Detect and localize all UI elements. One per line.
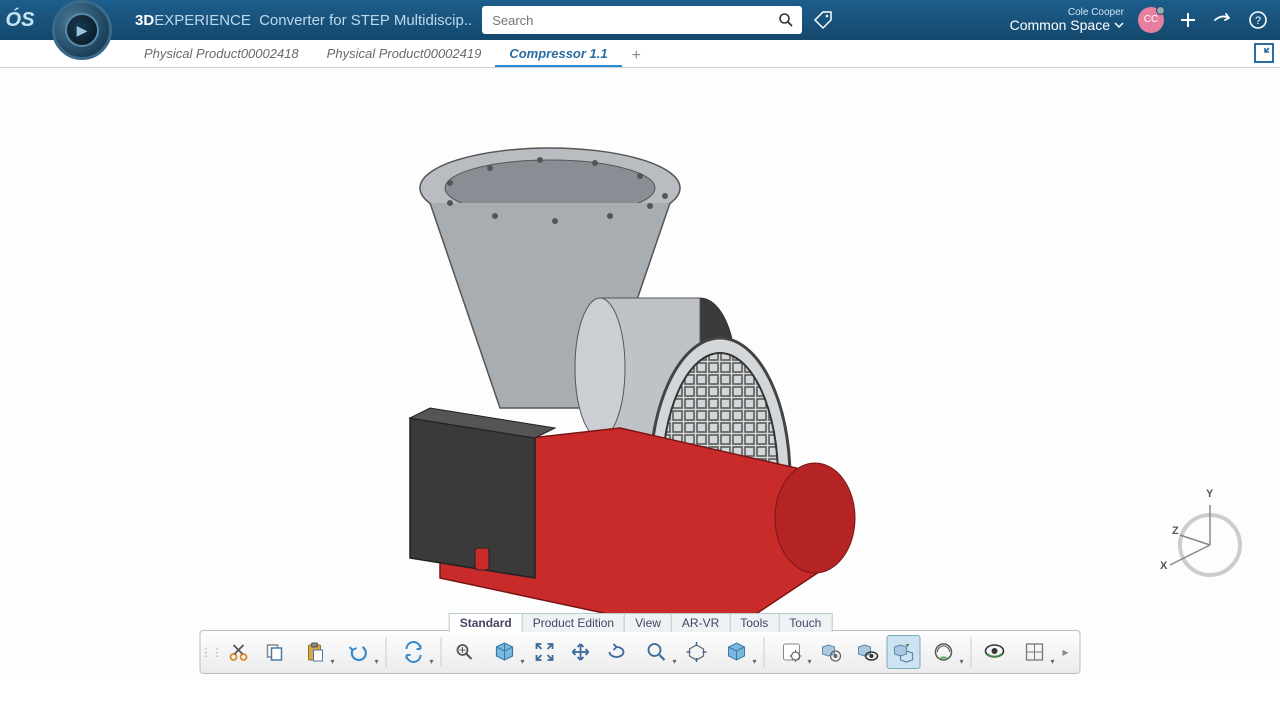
cut-button[interactable] <box>222 635 256 669</box>
3d-viewport[interactable]: Y X Z StandardProduct EditionViewAR-VRTo… <box>0 68 1280 680</box>
tab-compressor-1-1[interactable]: Compressor 1.1 <box>495 42 621 67</box>
paste-button[interactable]: ▾ <box>294 635 336 669</box>
main-toolbar: ⋮⋮ ▾▾▾▾▾▾▾▾▾ ▸ <box>200 630 1081 674</box>
search-input[interactable] <box>482 13 770 28</box>
tab-physical-product00002418[interactable]: Physical Product00002418 <box>130 42 313 67</box>
tag-icon[interactable] <box>812 9 834 31</box>
toolbar-tab-tools[interactable]: Tools <box>729 613 779 632</box>
toolbar-tab-ar-vr[interactable]: AR-VR <box>671 613 730 632</box>
app-options-button[interactable] <box>815 635 849 669</box>
svg-text:?: ? <box>1255 15 1261 27</box>
top-bar: ÓS ▶ 3DEXPERIENCE Converter for STEP Mul… <box>0 0 1280 40</box>
toolbar-overflow[interactable]: ▸ <box>1058 635 1074 669</box>
layout-button[interactable]: ▾ <box>1014 635 1056 669</box>
toolbar-tab-product-edition[interactable]: Product Edition <box>522 613 625 632</box>
toolbar-section-tabs: StandardProduct EditionViewAR-VRToolsTou… <box>449 613 832 632</box>
rotate-button[interactable] <box>600 635 634 669</box>
top-right-controls: Cole Cooper Common Space CC ? <box>1010 7 1280 33</box>
exit-fullscreen-button[interactable] <box>1254 43 1274 63</box>
space-selector[interactable]: Common Space <box>1010 18 1124 33</box>
shading-button[interactable]: ▾ <box>484 635 526 669</box>
toolbar-tab-view[interactable]: View <box>624 613 672 632</box>
search-box <box>482 6 802 34</box>
swap-visible-button[interactable] <box>887 635 921 669</box>
search-button[interactable] <box>770 6 802 34</box>
chevron-down-icon <box>1114 20 1124 30</box>
app-title: 3DEXPERIENCE Converter for STEP Multidis… <box>135 12 472 29</box>
fit-all-button[interactable] <box>448 635 482 669</box>
model-render <box>300 98 940 668</box>
axis-z-label: Z <box>1172 525 1179 537</box>
capture-button[interactable] <box>978 635 1012 669</box>
pan-button[interactable] <box>564 635 598 669</box>
toolbar-tab-standard[interactable]: Standard <box>449 613 523 632</box>
copy-button[interactable] <box>258 635 292 669</box>
recenter-button[interactable] <box>528 635 562 669</box>
add-icon[interactable] <box>1178 10 1198 30</box>
axis-gizmo[interactable]: Y X Z <box>1150 490 1250 590</box>
properties-button[interactable]: ▾ <box>771 635 813 669</box>
toolbar-divider <box>764 637 765 667</box>
search-icon <box>778 12 794 28</box>
axis-x-label: X <box>1160 560 1167 572</box>
zoom-button[interactable]: ▾ <box>636 635 678 669</box>
update-button[interactable]: ▾ <box>393 635 435 669</box>
toolbar-divider <box>441 637 442 667</box>
help-icon[interactable]: ? <box>1248 10 1268 30</box>
toolbar-divider <box>971 637 972 667</box>
look-at-button[interactable] <box>680 635 714 669</box>
compass-icon[interactable]: ▶ <box>52 0 112 60</box>
axis-y-label: Y <box>1206 488 1213 500</box>
toolbar-grip[interactable]: ⋮⋮ <box>207 633 217 671</box>
ds-logo-icon[interactable]: ÓS <box>0 0 40 40</box>
toolbar-tab-touch[interactable]: Touch <box>778 613 832 632</box>
hide-show-button[interactable] <box>851 635 885 669</box>
share-icon[interactable] <box>1212 9 1234 31</box>
tab-physical-product00002419[interactable]: Physical Product00002419 <box>313 42 496 67</box>
toolbar-divider <box>386 637 387 667</box>
user-block: Cole Cooper Common Space <box>1010 7 1124 33</box>
add-tab-button[interactable]: + <box>622 45 651 67</box>
avatar[interactable]: CC <box>1138 7 1164 33</box>
ambience-button[interactable]: ▾ <box>923 635 965 669</box>
document-tabs: Physical Product00002418Physical Product… <box>0 40 1280 68</box>
normal-view-button[interactable]: ▾ <box>716 635 758 669</box>
undo-button[interactable]: ▾ <box>338 635 380 669</box>
